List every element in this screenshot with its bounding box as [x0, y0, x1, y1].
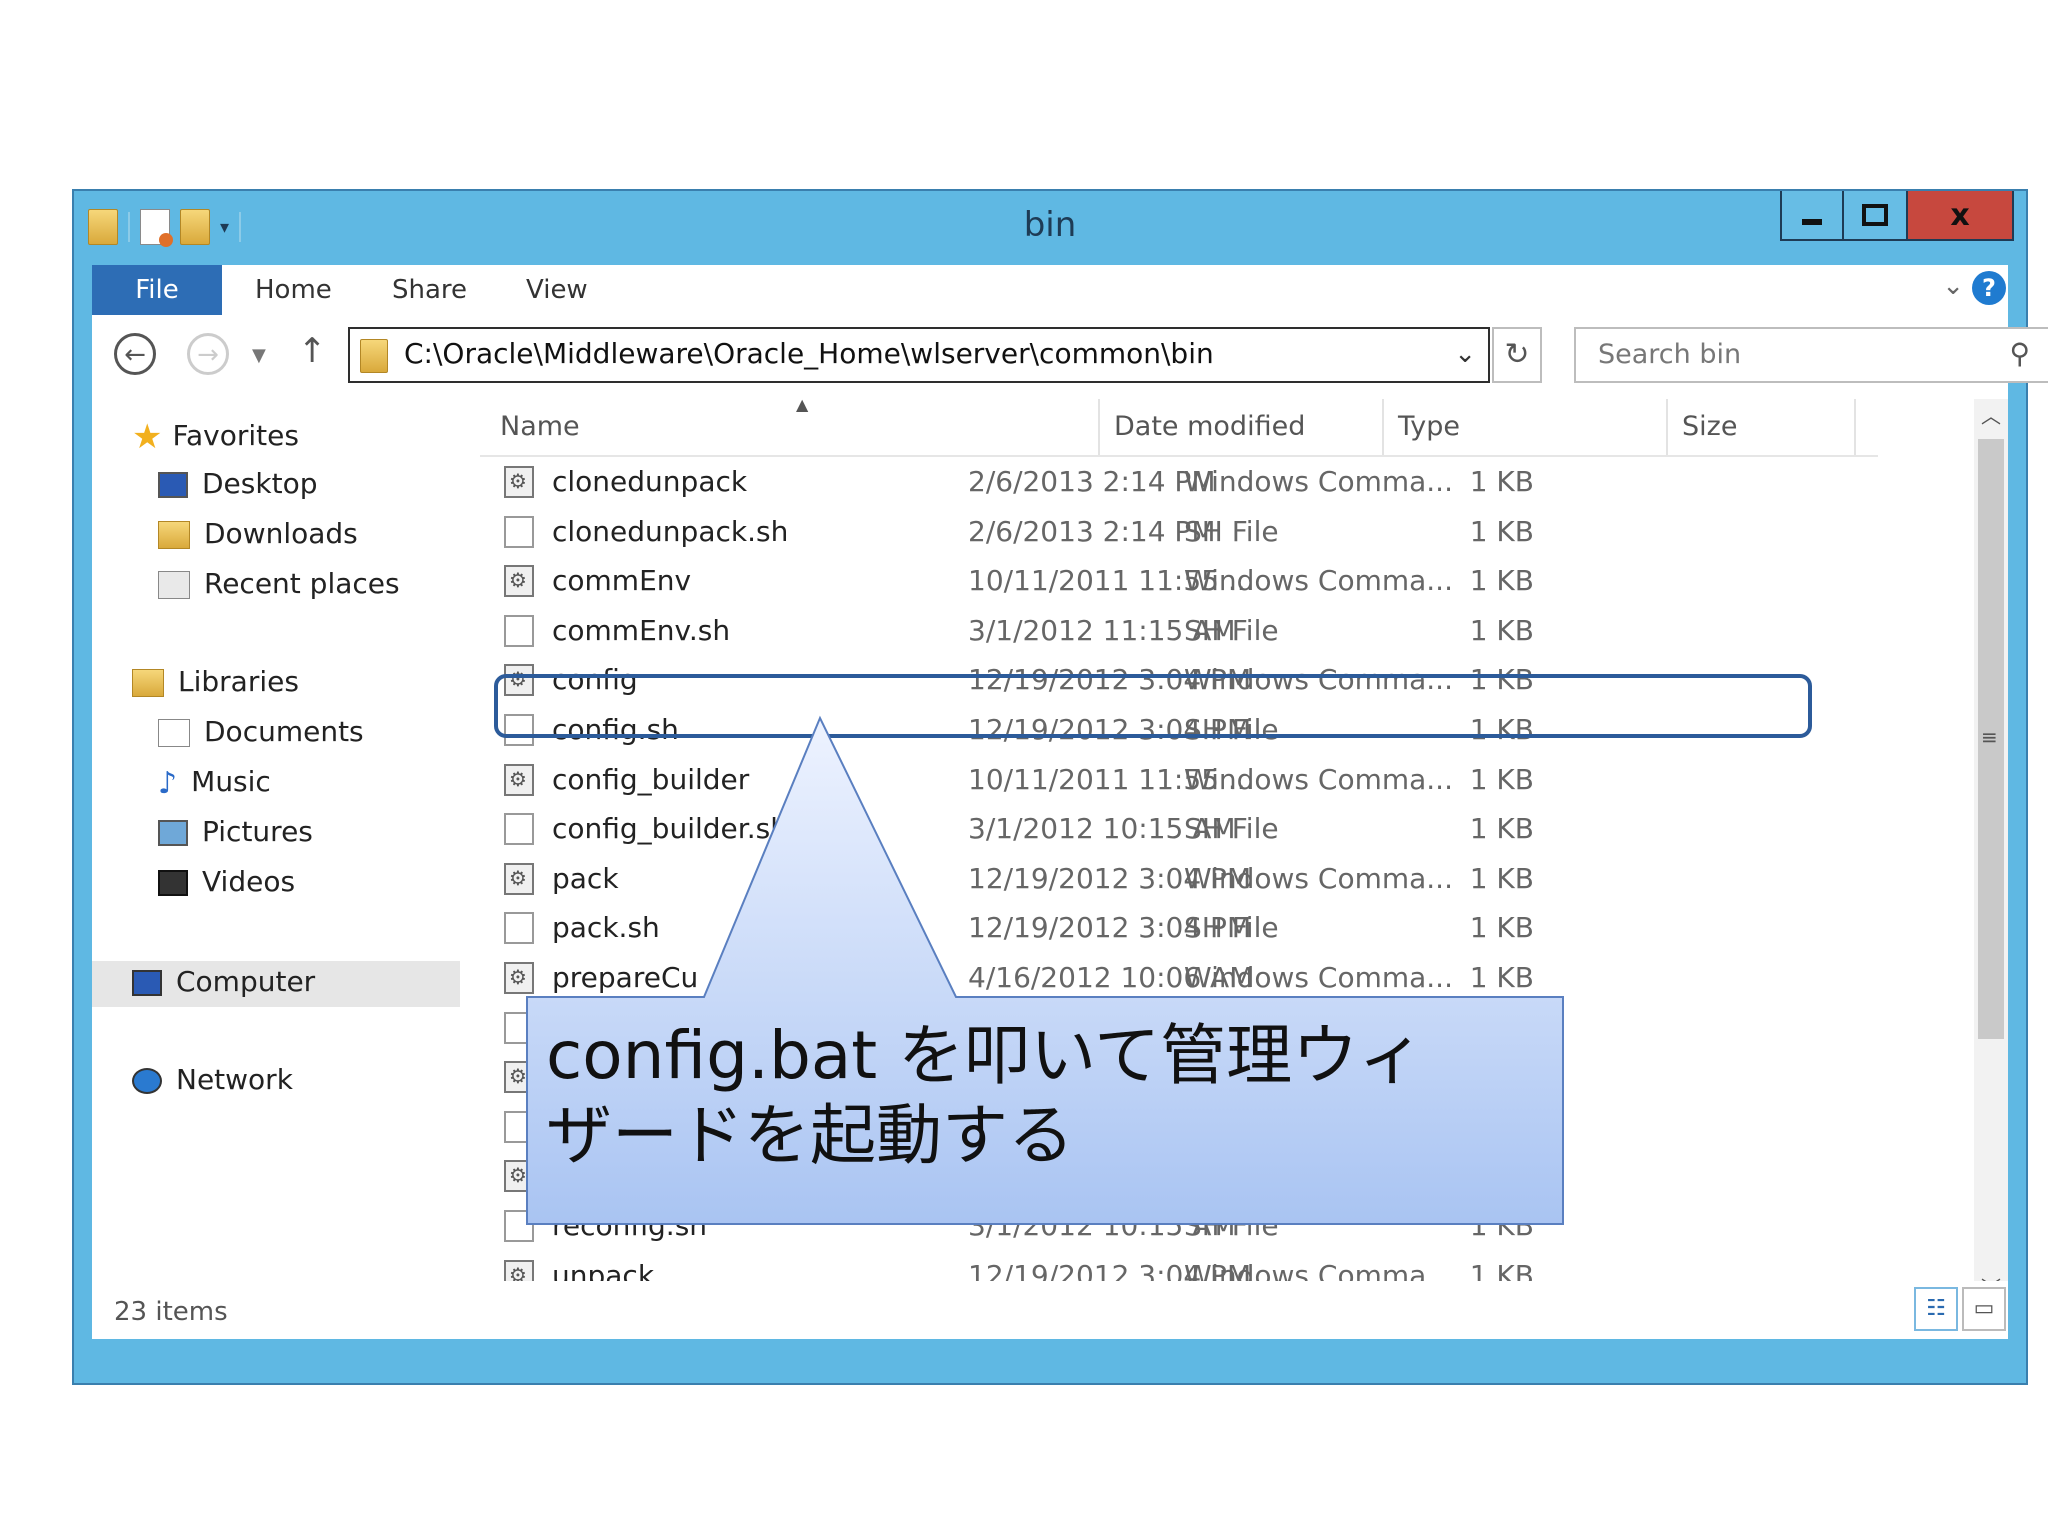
callout-line-2: ザードを起動する [546, 1097, 1074, 1174]
callout-text: config.bat を叩いて管理ウィ ザードを起動する [546, 1016, 1506, 1176]
callout-balloon [526, 715, 1564, 1225]
callout-line-1: config.bat を叩いて管理ウィ [546, 1017, 1425, 1094]
